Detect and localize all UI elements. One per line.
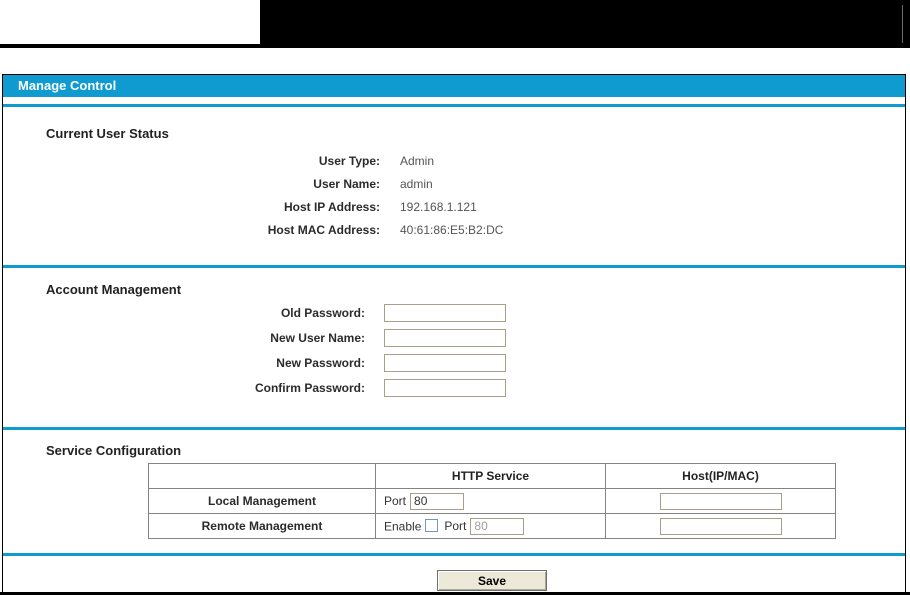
banner-divider-line: [902, 5, 903, 43]
confirm-password-label: Confirm Password:: [254, 381, 365, 395]
remote-enable-checkbox[interactable]: [425, 519, 439, 533]
host-ip-value: 192.168.1.121: [400, 200, 477, 214]
field-row-new-user-name: New User Name:: [3, 329, 905, 349]
user-type-label: User Type:: [318, 154, 380, 168]
remote-enable-label: Enable: [384, 519, 422, 533]
host-mac-label: Host MAC Address:: [267, 223, 380, 237]
user-name-value: admin: [400, 177, 433, 191]
section-divider: [3, 553, 905, 556]
status-row-user-name: User Name: admin: [3, 174, 905, 194]
local-port-label: Port: [384, 494, 407, 508]
local-management-http-cell: Port: [375, 488, 606, 514]
page-title: Manage Control: [18, 78, 117, 93]
remote-port-input[interactable]: [470, 517, 525, 535]
host-mac-value: 40:61:86:E5:B2:DC: [400, 223, 504, 237]
remote-port-label: Port: [444, 519, 467, 533]
section-heading-account-management: Account Management: [46, 282, 182, 297]
section-divider: [3, 427, 905, 430]
manage-control-panel: Manage Control Current User Status User …: [2, 74, 906, 592]
new-password-input[interactable]: [384, 354, 506, 372]
header-cell-host-ip-mac: Host(IP/MAC): [605, 463, 836, 489]
local-management-label: Local Management: [148, 488, 376, 514]
save-button[interactable]: Save: [437, 570, 547, 591]
table-row-remote-management: Remote Management Enable Port: [148, 513, 836, 539]
header-rule: [0, 44, 910, 48]
status-row-user-type: User Type: Admin: [3, 151, 905, 171]
confirm-password-input[interactable]: [384, 379, 506, 397]
title-accent-line: [3, 104, 905, 107]
section-heading-current-user-status: Current User Status: [46, 126, 169, 141]
remote-management-label: Remote Management: [148, 513, 376, 539]
old-password-label: Old Password:: [280, 306, 365, 320]
local-management-host-cell: [605, 488, 836, 514]
status-row-host-ip: Host IP Address: 192.168.1.121: [3, 197, 905, 217]
remote-management-host-cell: [605, 513, 836, 539]
section-divider: [3, 265, 905, 268]
local-port-input[interactable]: [410, 492, 465, 510]
top-black-banner: [260, 0, 910, 44]
local-host-input[interactable]: [659, 492, 782, 510]
status-row-host-mac: Host MAC Address: 40:61:86:E5:B2:DC: [3, 220, 905, 240]
section-heading-service-configuration: Service Configuration: [46, 443, 182, 458]
user-name-label: User Name:: [313, 177, 380, 191]
header-cell-empty: [148, 463, 376, 489]
field-row-old-password: Old Password:: [3, 304, 905, 324]
field-row-new-password: New Password:: [3, 354, 905, 374]
screen: Manage Control Current User Status User …: [0, 0, 910, 595]
host-ip-label: Host IP Address:: [283, 200, 380, 214]
old-password-input[interactable]: [384, 304, 506, 322]
table-header-row: HTTP Service Host(IP/MAC): [148, 463, 836, 489]
header-cell-http-service: HTTP Service: [375, 463, 606, 489]
new-password-label: New Password:: [276, 356, 365, 370]
remote-management-http-cell: Enable Port: [375, 513, 606, 539]
service-configuration-table: HTTP Service Host(IP/MAC) Local Manageme…: [148, 463, 836, 539]
user-type-value: Admin: [400, 154, 435, 168]
remote-host-input[interactable]: [659, 517, 782, 535]
table-row-local-management: Local Management Port: [148, 488, 836, 514]
field-row-confirm-password: Confirm Password:: [3, 379, 905, 399]
new-user-name-label: New User Name:: [270, 331, 365, 345]
page-title-bar: Manage Control: [3, 75, 905, 97]
new-user-name-input[interactable]: [384, 329, 506, 347]
